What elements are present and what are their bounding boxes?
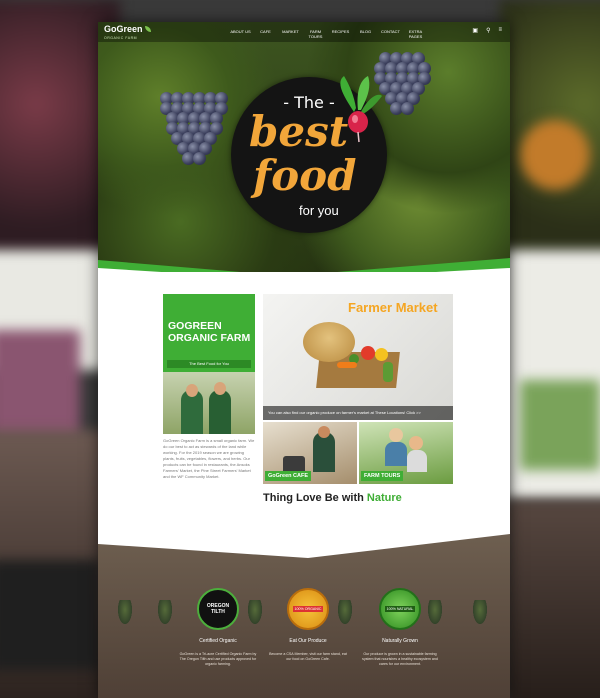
farmers-photo	[163, 372, 255, 434]
slogan-highlight: Nature	[366, 492, 402, 504]
nav-item-blog[interactable]: BLOG	[353, 29, 378, 39]
slogan-prefix: Thing Love Be with	[263, 492, 364, 504]
market-title: Farmer Market	[348, 300, 438, 315]
cart-icon[interactable]: ▣	[472, 27, 478, 34]
website-mockup: GoGreen ORGANIC FARM ABOUT US CAFE MARKE…	[98, 22, 510, 698]
nav-item-farm-tours[interactable]: FARM TOURS	[303, 29, 328, 39]
feature-title: Naturally Grown	[382, 638, 418, 644]
radish-icon	[340, 76, 382, 143]
hero-food: food	[253, 151, 357, 200]
intro-title: GOGREEN ORGANIC FARM	[168, 320, 251, 344]
search-icon[interactable]: ⚲	[486, 27, 490, 34]
cafe-card[interactable]: GoGreen CAFE	[263, 422, 357, 484]
nav-item-recipes[interactable]: RECIPES	[328, 29, 353, 39]
grape	[193, 152, 206, 165]
organic-badge: 100% ORGANIC	[287, 588, 329, 630]
top-navigation: GoGreen ORGANIC FARM ABOUT US CAFE MARKE…	[98, 22, 510, 42]
brand-logo[interactable]: GoGreen ORGANIC FARM	[104, 25, 151, 43]
hero-section: GoGreen ORGANIC FARM ABOUT US CAFE MARKE…	[98, 22, 510, 272]
main-menu: ABOUT US CAFE MARKET FARM TOURS RECIPES …	[228, 29, 428, 39]
farm-tours-card[interactable]: FARM TOURS	[359, 422, 453, 484]
feature-text: GoGreen is a Tri-acre Certified Organic …	[179, 652, 257, 666]
natural-badge: 100% NATURAL	[379, 588, 421, 630]
nav-item-contact[interactable]: CONTACT	[378, 29, 403, 39]
grape	[401, 102, 414, 115]
hero-for-you: for you	[299, 203, 339, 218]
feature-title: Certified Organic	[199, 638, 237, 644]
nav-item-cafe[interactable]: CAFE	[253, 29, 278, 39]
farmer-market-card[interactable]: Farmer Market You can also find our orga…	[263, 294, 453, 420]
nav-icons: ▣ ⚲ ≡	[472, 27, 502, 34]
feature-title: Eat Our Produce	[289, 638, 327, 644]
market-caption[interactable]: You can also find our organic produce on…	[263, 406, 453, 420]
cafe-tag: GoGreen CAFE	[265, 471, 312, 481]
nav-item-about[interactable]: ABOUT US	[228, 29, 253, 39]
oregon-tilth-badge: OREGON TILTH	[197, 588, 239, 630]
tours-tag: FARM TOURS	[361, 471, 404, 481]
feature-natural: 100% NATURAL Naturally Grown Our produce…	[360, 588, 440, 667]
intro-description: GoGreen Organic Farm is a small organic …	[163, 438, 255, 479]
straw-hat	[303, 322, 355, 362]
menu-icon[interactable]: ≡	[498, 27, 502, 34]
slogan: Thing Love Be with Nature	[263, 492, 402, 504]
nav-item-extra-pages[interactable]: EXTRA PAGES	[403, 29, 428, 39]
nav-item-market[interactable]: MARKET	[278, 29, 303, 39]
leaf-icon	[144, 26, 151, 32]
intro-title-box: GOGREEN ORGANIC FARM The Best Food for Y…	[163, 294, 255, 372]
feature-text: Become a CSA Member, visit our farm stan…	[269, 652, 347, 661]
feature-text: Our produce is grown in a sustainable fa…	[362, 652, 438, 666]
features-section: OREGON TILTH Certified Organic GoGreen i…	[98, 534, 510, 698]
feature-certified: OREGON TILTH Certified Organic GoGreen i…	[178, 588, 258, 667]
feature-produce: 100% ORGANIC Eat Our Produce Become a CS…	[268, 588, 348, 662]
intro-subtitle: The Best Food for You	[167, 360, 251, 368]
green-wave-divider	[98, 258, 510, 272]
